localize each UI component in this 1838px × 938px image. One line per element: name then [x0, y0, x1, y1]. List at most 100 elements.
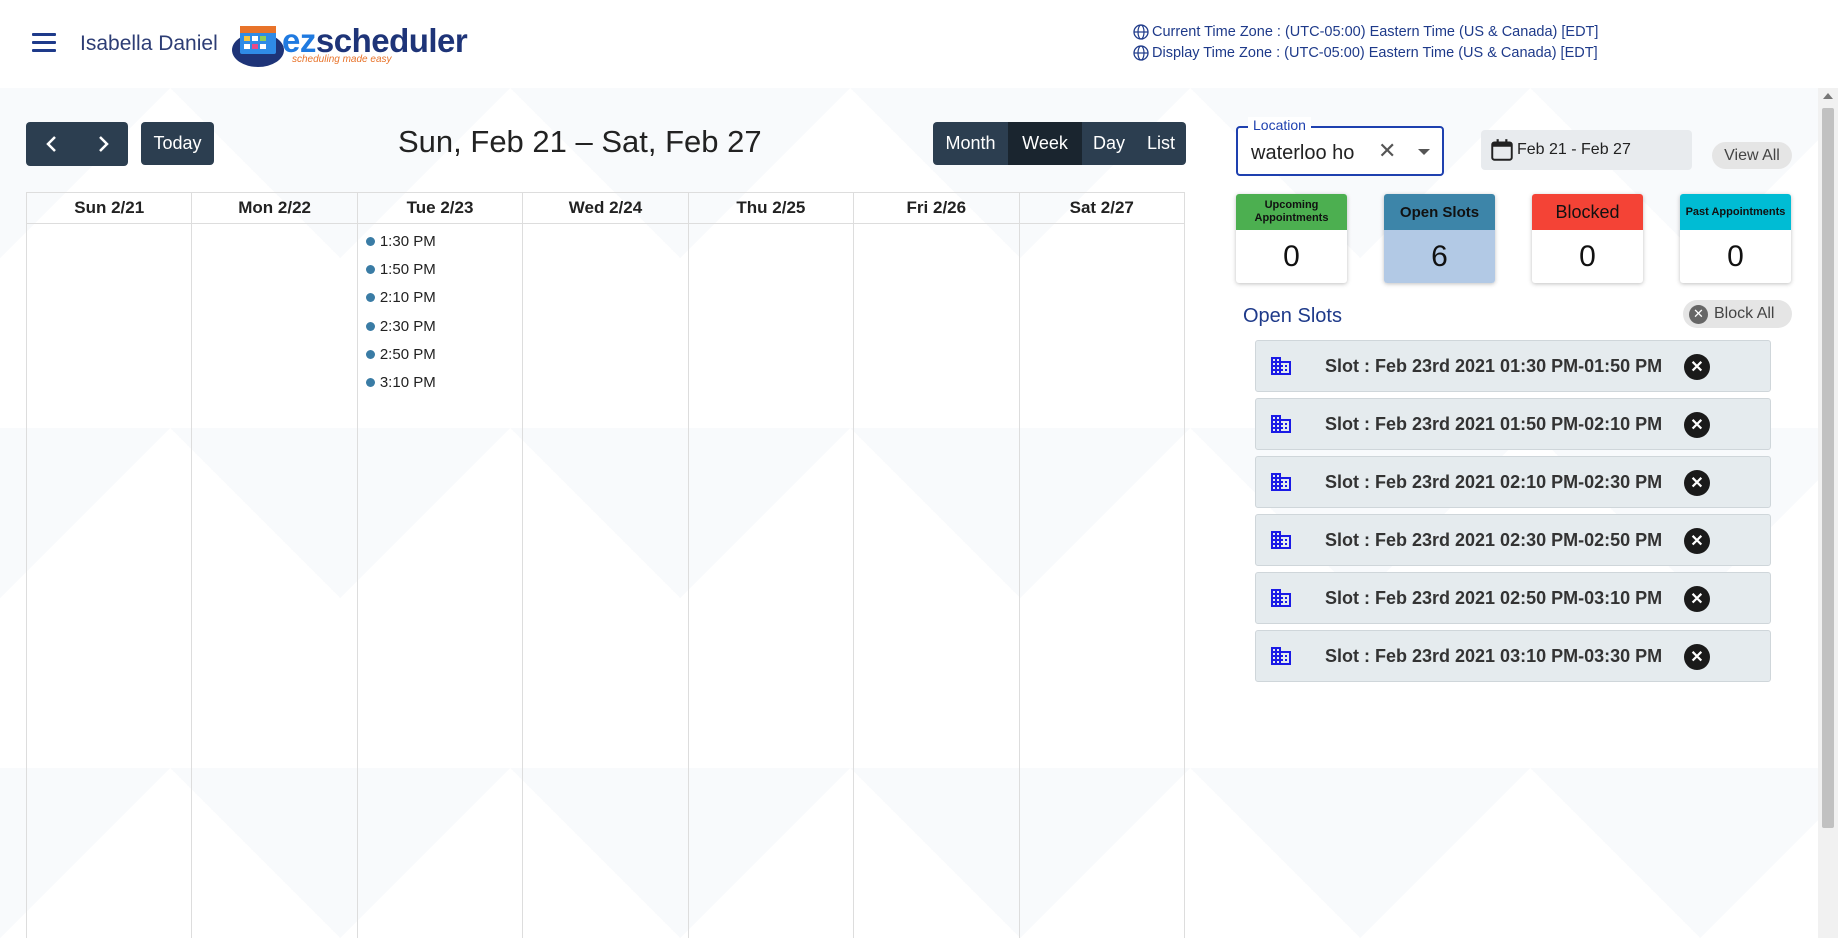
- building-icon: [1269, 528, 1293, 557]
- ezscheduler-logo[interactable]: ezscheduler scheduling made easy: [232, 18, 468, 68]
- day-column-thu[interactable]: [689, 224, 855, 938]
- stat-label: Blocked: [1532, 194, 1643, 230]
- event-dot-icon: [365, 321, 375, 331]
- menu-icon[interactable]: [32, 33, 56, 53]
- stat-label: Open Slots: [1384, 194, 1495, 230]
- week-calendar: Sun 2/21 Mon 2/22 Tue 2/23 Wed 2/24 Thu …: [26, 192, 1185, 938]
- past-appointments-card[interactable]: Past Appointments 0: [1680, 194, 1791, 283]
- date-range-picker[interactable]: Feb 21 - Feb 27: [1481, 130, 1692, 170]
- slot-text: Slot : Feb 23rd 2021 01:30 PM-01:50 PM: [1325, 356, 1663, 376]
- chevron-right-icon: [98, 136, 109, 152]
- calendar-event[interactable]: 1:30 PM: [358, 227, 522, 255]
- calendar-event[interactable]: 2:50 PM: [358, 340, 522, 368]
- chevron-left-icon: [45, 136, 56, 152]
- event-time: 1:50 PM: [379, 260, 436, 278]
- upcoming-appointments-card[interactable]: Upcoming Appointments 0: [1236, 194, 1347, 283]
- open-slot-item[interactable]: Slot : Feb 23rd 2021 03:10 PM-03:30 PM ✕: [1255, 630, 1771, 682]
- event-time: 2:50 PM: [379, 345, 436, 363]
- event-dot-icon: [365, 236, 375, 246]
- stat-label: Past Appointments: [1680, 194, 1791, 230]
- today-button[interactable]: Today: [141, 122, 214, 165]
- day-header-mon: Mon 2/22: [192, 193, 358, 223]
- dropdown-arrow-icon[interactable]: [1418, 149, 1430, 155]
- day-column-sun[interactable]: [27, 224, 193, 938]
- current-timezone-text: Current Time Zone : (UTC-05:00) Eastern …: [1152, 24, 1599, 40]
- block-all-label: Block All: [1714, 305, 1775, 322]
- block-slot-icon[interactable]: ✕: [1684, 528, 1710, 554]
- event-dot-icon: [365, 349, 375, 359]
- clear-icon[interactable]: ✕: [1378, 140, 1396, 162]
- building-icon: [1269, 354, 1293, 383]
- view-list-button[interactable]: List: [1136, 122, 1186, 165]
- prev-week-button[interactable]: [26, 122, 77, 166]
- day-column-mon[interactable]: [192, 224, 358, 938]
- view-day-button[interactable]: Day: [1082, 122, 1136, 165]
- location-value[interactable]: waterloo ho: [1251, 142, 1361, 165]
- stat-value: 0: [1283, 239, 1300, 273]
- event-dot-icon: [365, 378, 375, 388]
- display-timezone-text: Display Time Zone : (UTC-05:00) Eastern …: [1152, 45, 1598, 61]
- open-slots-title: Open Slots: [1243, 305, 1342, 327]
- block-slot-icon[interactable]: ✕: [1684, 644, 1710, 670]
- block-slot-icon[interactable]: ✕: [1684, 412, 1710, 438]
- user-name: Isabella Daniel: [80, 32, 218, 55]
- day-column-tue[interactable]: 1:30 PM 1:50 PM 2:10 PM 2:30 PM 2:50 PM …: [358, 224, 524, 938]
- display-timezone: Display Time Zone : (UTC-05:00) Eastern …: [1133, 45, 1598, 61]
- day-header-wed: Wed 2/24: [523, 193, 689, 223]
- prev-next-group: [26, 122, 128, 166]
- event-time: 3:10 PM: [379, 374, 436, 392]
- open-slot-item[interactable]: Slot : Feb 23rd 2021 02:30 PM-02:50 PM ✕: [1255, 514, 1771, 566]
- logo-tagline: scheduling made easy: [292, 54, 392, 65]
- building-icon: [1269, 412, 1293, 441]
- date-range-text: Feb 21 - Feb 27: [1517, 141, 1631, 158]
- next-week-button[interactable]: [77, 122, 128, 166]
- blocked-card[interactable]: Blocked 0: [1532, 194, 1643, 283]
- view-week-button[interactable]: Week: [1008, 122, 1082, 165]
- event-dot-icon: [365, 293, 375, 303]
- block-slot-icon[interactable]: ✕: [1684, 354, 1710, 380]
- calendar-event[interactable]: 3:10 PM: [358, 368, 522, 396]
- day-header-sat: Sat 2/27: [1020, 193, 1185, 223]
- location-select[interactable]: Location waterloo ho ✕: [1236, 117, 1444, 176]
- event-list: 1:30 PM 1:50 PM 2:10 PM 2:30 PM 2:50 PM …: [358, 224, 522, 397]
- day-column-sat[interactable]: [1020, 224, 1185, 938]
- view-month-button[interactable]: Month: [933, 122, 1008, 165]
- calendar-event[interactable]: 1:50 PM: [358, 255, 522, 283]
- slot-text: Slot : Feb 23rd 2021 03:10 PM-03:30 PM: [1325, 646, 1663, 666]
- app-header: Isabella Daniel ezscheduler scheduling m…: [0, 0, 1838, 88]
- slot-text: Slot : Feb 23rd 2021 01:50 PM-02:10 PM: [1325, 414, 1663, 434]
- slot-text: Slot : Feb 23rd 2021 02:10 PM-02:30 PM: [1325, 472, 1663, 492]
- page-scrollbar[interactable]: [1818, 88, 1838, 938]
- day-header-sun: Sun 2/21: [27, 193, 193, 223]
- block-all-button[interactable]: ✕ Block All: [1683, 300, 1792, 328]
- stat-label: Upcoming Appointments: [1236, 194, 1347, 230]
- block-slot-icon[interactable]: ✕: [1684, 586, 1710, 612]
- calendar-icon: [1491, 139, 1513, 161]
- globe-icon: [1133, 24, 1149, 40]
- day-column-fri[interactable]: [854, 224, 1020, 938]
- view-all-button[interactable]: View All: [1712, 142, 1792, 169]
- slot-text: Slot : Feb 23rd 2021 02:30 PM-02:50 PM: [1325, 530, 1663, 550]
- scroll-thumb[interactable]: [1822, 108, 1834, 828]
- calendar-event[interactable]: 2:10 PM: [358, 284, 522, 312]
- open-slot-item[interactable]: Slot : Feb 23rd 2021 01:50 PM-02:10 PM ✕: [1255, 398, 1771, 450]
- event-time: 2:10 PM: [379, 289, 436, 307]
- building-icon: [1269, 644, 1293, 673]
- day-column-wed[interactable]: [523, 224, 689, 938]
- event-dot-icon: [365, 264, 375, 274]
- day-header-fri: Fri 2/26: [854, 193, 1020, 223]
- stat-value: 0: [1727, 239, 1744, 273]
- open-slot-item[interactable]: Slot : Feb 23rd 2021 02:50 PM-03:10 PM ✕: [1255, 572, 1771, 624]
- open-slot-item[interactable]: Slot : Feb 23rd 2021 01:30 PM-01:50 PM ✕: [1255, 340, 1771, 392]
- globe-icon: [1133, 45, 1149, 61]
- location-label: Location: [1248, 117, 1311, 133]
- block-slot-icon[interactable]: ✕: [1684, 470, 1710, 496]
- close-circle-icon: ✕: [1689, 304, 1708, 324]
- scroll-up-arrow-icon[interactable]: [1823, 93, 1833, 99]
- calendar-day-headers: Sun 2/21 Mon 2/22 Tue 2/23 Wed 2/24 Thu …: [27, 192, 1185, 224]
- calendar-event[interactable]: 2:30 PM: [358, 312, 522, 340]
- open-slot-item[interactable]: Slot : Feb 23rd 2021 02:10 PM-02:30 PM ✕: [1255, 456, 1771, 508]
- open-slots-card[interactable]: Open Slots 6: [1384, 194, 1495, 283]
- stat-value: 6: [1384, 230, 1495, 283]
- calendar-body: 1:30 PM 1:50 PM 2:10 PM 2:30 PM 2:50 PM …: [27, 224, 1185, 938]
